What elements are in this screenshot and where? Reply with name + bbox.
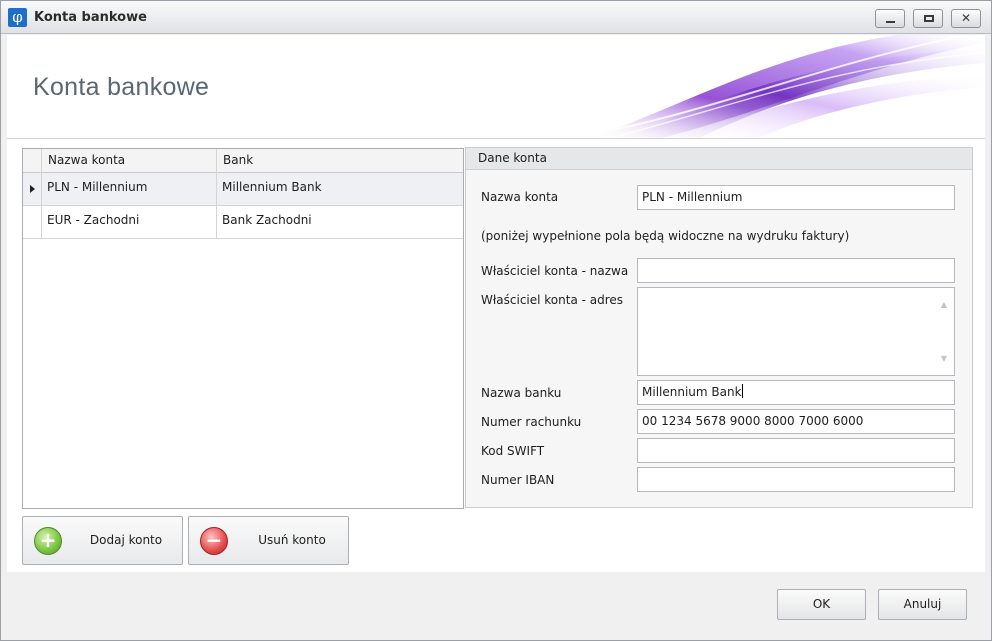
bank-name-field[interactable]: Millennium Bank xyxy=(637,380,955,405)
owner-address-field[interactable]: ▲ ▼ xyxy=(637,287,955,376)
row-indicator-header xyxy=(23,149,42,173)
cell-bank[interactable]: Bank Zachodni xyxy=(217,206,463,238)
phi-app-icon: φ xyxy=(8,8,27,27)
page-title: Konta bankowe xyxy=(33,73,210,101)
bank-name-value: Millennium Bank xyxy=(642,385,742,399)
cell-account-name[interactable]: EUR - Zachodni xyxy=(42,206,217,238)
content-area: Nazwa konta Bank PLN - Millennium Millen… xyxy=(7,139,985,572)
account-number-label: Numer rachunku xyxy=(481,415,582,429)
cell-bank[interactable]: Millennium Bank xyxy=(217,173,463,205)
add-account-button[interactable]: + Dodaj konto xyxy=(22,516,183,565)
header-banner: Konta bankowe xyxy=(7,35,985,139)
account-name-label: Nazwa konta xyxy=(481,190,559,204)
iban-field[interactable] xyxy=(637,467,955,492)
row-indicator xyxy=(23,206,42,238)
swift-label: Kod SWIFT xyxy=(481,444,545,458)
minimize-button[interactable] xyxy=(875,9,905,28)
group-title: Dane konta xyxy=(466,148,972,170)
plus-circle-icon: + xyxy=(34,527,62,555)
table-row[interactable]: PLN - Millennium Millennium Bank xyxy=(23,173,463,206)
decorative-swoosh-graphic xyxy=(567,35,985,138)
current-row-arrow-icon xyxy=(30,185,35,193)
account-number-field[interactable]: 00 1234 5678 9000 8000 7000 6000 xyxy=(637,409,955,434)
column-header-account-name[interactable]: Nazwa konta xyxy=(42,149,217,173)
grid-header: Nazwa konta Bank xyxy=(23,149,463,173)
owner-name-label: Właściciel konta - nazwa xyxy=(481,264,629,278)
table-row[interactable]: EUR - Zachodni Bank Zachodni xyxy=(23,206,463,239)
minimize-icon xyxy=(886,21,895,23)
cell-account-name[interactable]: PLN - Millennium xyxy=(42,173,217,205)
window-title: Konta bankowe xyxy=(34,10,147,25)
row-indicator xyxy=(23,173,42,205)
minus-circle-icon: − xyxy=(200,527,228,555)
close-icon: ✕ xyxy=(960,11,972,25)
add-account-label: Dodaj konto xyxy=(89,533,163,547)
print-note: (poniżej wypełnione pola będą widoczne n… xyxy=(481,229,850,243)
dialog-footer: OK Anuluj xyxy=(7,572,985,635)
owner-address-label: Właściciel konta - adres xyxy=(481,293,624,307)
dialog-window: φ Konta bankowe ✕ Konta bankowe Nazwa ko… xyxy=(0,0,992,641)
column-header-bank[interactable]: Bank xyxy=(217,149,463,173)
delete-account-button[interactable]: − Usuń konto xyxy=(188,516,349,565)
accounts-grid[interactable]: Nazwa konta Bank PLN - Millennium Millen… xyxy=(22,148,464,509)
text-caret xyxy=(741,384,743,398)
maximize-button[interactable] xyxy=(913,9,943,28)
close-button[interactable]: ✕ xyxy=(951,9,981,28)
iban-label: Numer IBAN xyxy=(481,473,555,487)
title-bar[interactable]: φ Konta bankowe ✕ xyxy=(1,1,991,34)
ok-button[interactable]: OK xyxy=(777,589,866,620)
maximize-icon xyxy=(924,15,934,22)
account-details-group: Dane konta Nazwa konta PLN - Millennium … xyxy=(465,147,973,508)
scroll-up-icon[interactable]: ▲ xyxy=(941,293,947,316)
cancel-button[interactable]: Anuluj xyxy=(878,589,967,620)
account-name-field[interactable]: PLN - Millennium xyxy=(637,185,955,210)
delete-account-label: Usuń konto xyxy=(258,533,326,547)
scroll-down-icon[interactable]: ▼ xyxy=(941,347,947,370)
swift-field[interactable] xyxy=(637,438,955,463)
bank-name-label: Nazwa banku xyxy=(481,386,562,400)
owner-name-field[interactable] xyxy=(637,258,955,283)
